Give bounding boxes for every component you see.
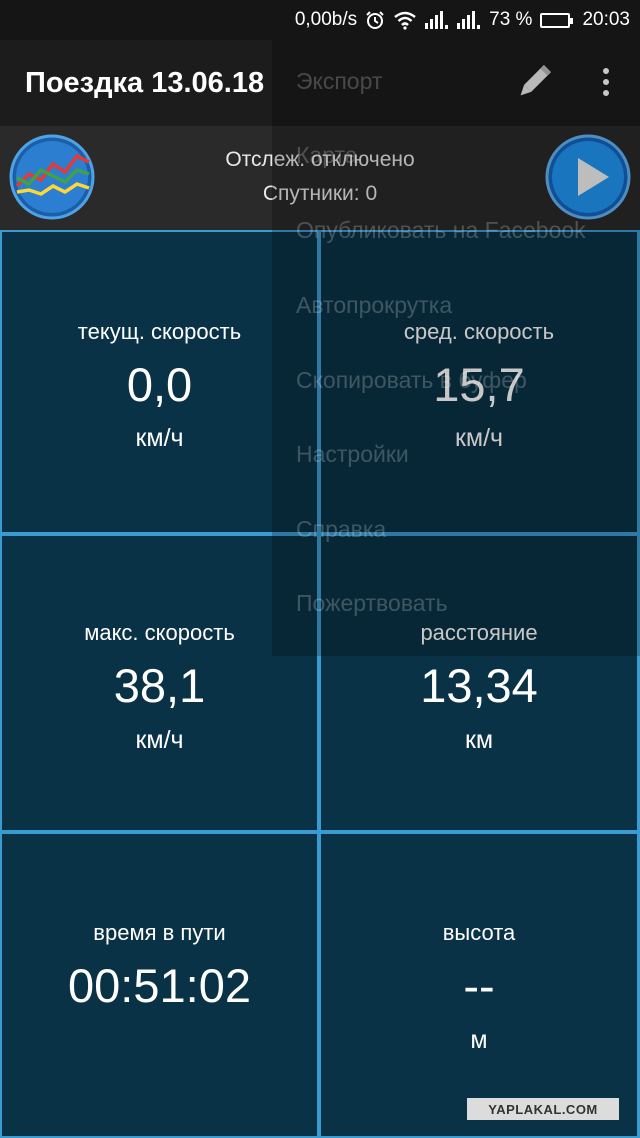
menu-item-donate[interactable]: Пожертвовать (296, 590, 448, 617)
menu-item-copy-clipboard[interactable]: Скопировать в буфер (296, 367, 527, 394)
cell-value: 38,1 (113, 659, 206, 712)
alarm-icon (365, 10, 385, 30)
cell-altitude[interactable]: высота -- м (321, 834, 637, 1136)
menu-item-settings[interactable]: Настройки (296, 441, 409, 468)
cell-value: -- (463, 959, 495, 1012)
cell-label: текущ. скорость (77, 319, 242, 344)
network-speed: 0,00b/s (294, 9, 358, 30)
cell-unit: м (470, 1026, 488, 1054)
cell-unit: км/ч (135, 726, 184, 754)
cell-value: 00:51:02 (68, 959, 251, 1012)
battery-icon (540, 12, 574, 28)
status-bar: 0,00b/s 73 % 20:03 (0, 0, 640, 40)
screen: 0,00b/s 73 % 20:03 Поездка 13.06.18 Отсл… (0, 0, 640, 1138)
signal-icon (425, 11, 449, 29)
page-title: Поездка 13.06.18 (25, 66, 265, 99)
cell-label: высота (442, 920, 516, 945)
overflow-menu: Экспорт Карта Опубликовать на Facebook А… (272, 40, 640, 656)
chart-icon (9, 134, 95, 220)
signal-icon (457, 11, 481, 29)
cell-value: 13,34 (420, 659, 538, 712)
cell-current-speed[interactable]: текущ. скорость 0,0 км/ч (2, 232, 317, 532)
clock: 20:03 (582, 9, 630, 30)
menu-item-share-facebook[interactable]: Опубликовать на Facebook (296, 217, 586, 244)
chart-button[interactable] (9, 134, 95, 220)
menu-item-export[interactable]: Экспорт (296, 68, 382, 95)
cell-unit: км/ч (135, 424, 184, 452)
cell-value: 0,0 (126, 358, 193, 411)
battery-percent: 73 % (489, 9, 533, 30)
cell-max-speed[interactable]: макс. скорость 38,1 км/ч (2, 536, 317, 830)
cell-unit: км (464, 726, 494, 754)
cell-moving-time[interactable]: время в пути 00:51:02 (2, 834, 317, 1136)
cell-label: время в пути (93, 920, 226, 945)
menu-item-autoscroll[interactable]: Автопрокрутка (296, 292, 452, 319)
menu-item-help[interactable]: Справка (296, 516, 386, 543)
menu-item-map[interactable]: Карта (296, 142, 358, 169)
cell-label: макс. скорость (84, 620, 235, 645)
watermark: YAPLAKAL.COM (467, 1098, 619, 1120)
wifi-icon (393, 10, 417, 30)
